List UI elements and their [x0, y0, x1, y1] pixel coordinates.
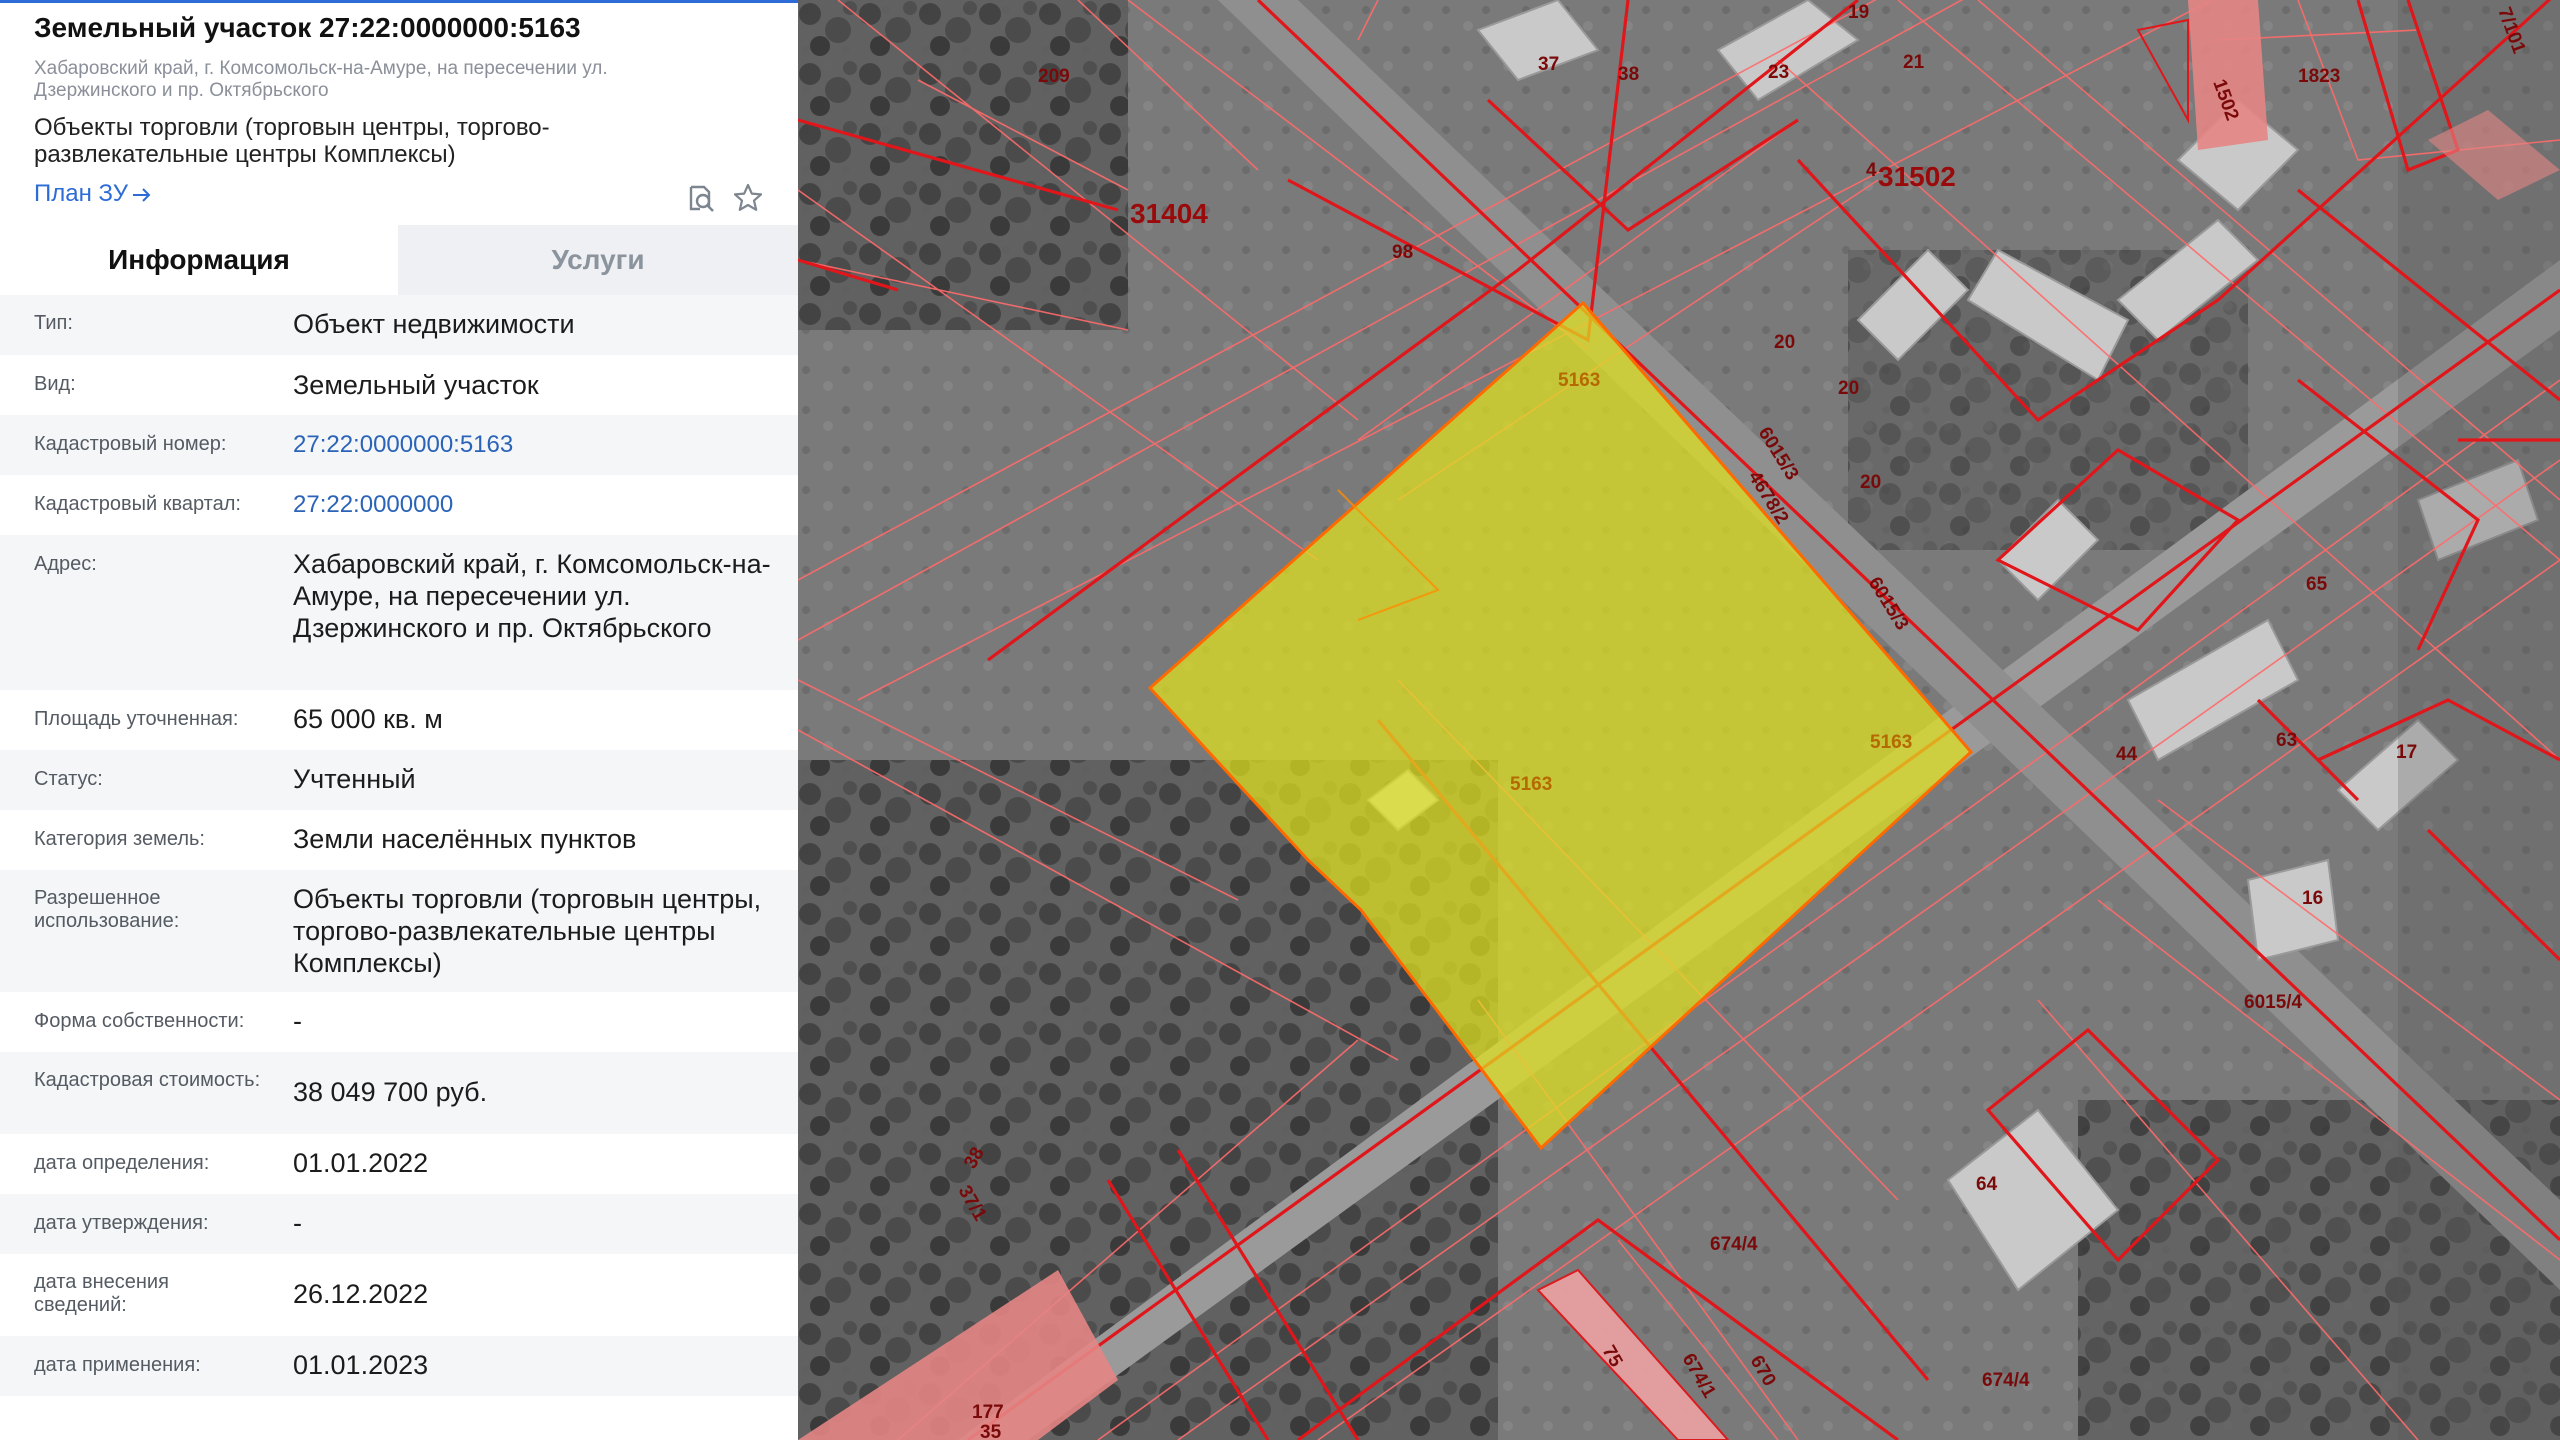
plan-link-label: План ЗУ [34, 180, 128, 207]
info-value: 38 049 700 руб. [293, 1077, 488, 1107]
info-row-entry-date: дата внесения сведений: 26.12.2022 [0, 1254, 798, 1336]
tab-services[interactable]: Услуги [398, 225, 798, 295]
map-label: 177 [972, 1402, 1004, 1423]
cadastral-quarter-link[interactable]: 27:22:0000000 [293, 489, 773, 521]
plan-link[interactable]: План ЗУ [34, 180, 152, 208]
info-label: Тип: [34, 312, 73, 334]
info-value: - [293, 1208, 302, 1238]
info-value: - [293, 1006, 302, 1036]
info-row-address: Адрес: Хабаровский край, г. Комсомольск-… [0, 535, 798, 690]
cadastral-number-link[interactable]: 27:22:0000000:5163 [293, 429, 773, 461]
info-value: Земельный участок [293, 370, 539, 400]
map-canvas[interactable]: 209 37 38 19 23 21 1502 1823 7/101 31502… [798, 0, 2560, 1440]
map-label-5163: 5163 [1870, 732, 1912, 753]
info-label: Кадастровый номер: [34, 433, 227, 455]
star-favorite-icon[interactable] [730, 180, 766, 216]
info-label: Форма собственности: [34, 1010, 245, 1032]
info-value: 65 000 кв. м [293, 704, 443, 734]
info-panel: Земельный участок 27:22:0000000:5163 Хаб… [0, 0, 798, 1440]
info-label: Разрешенное использование: [34, 887, 180, 932]
info-row-cadastral-quarter: Кадастровый квартал: 27:22:0000000 [0, 475, 798, 535]
map-label: 44 [2116, 744, 2138, 765]
map-label: 23 [1768, 62, 1789, 83]
map-label: 37 [1538, 54, 1559, 75]
tabs-bar: Информация Услуги [0, 225, 798, 295]
info-value: Хабаровский край, г. Комсомольск-на-Амур… [293, 549, 771, 643]
map-label: 35 [980, 1422, 1002, 1440]
arrow-right-icon [133, 187, 151, 202]
info-row-kind: Вид: Земельный участок [0, 355, 798, 415]
zoom-to-object-icon[interactable] [682, 180, 718, 216]
info-row-cadastral-value: Кадастровая стоимость: 38 049 700 руб. [0, 1052, 798, 1134]
map-label: 31404 [1130, 198, 1208, 229]
info-row-application-date: дата применения: 01.01.2023 [0, 1336, 798, 1396]
info-value: Объекты торговли (торговын центры, торго… [293, 884, 762, 978]
map-label: 21 [1903, 52, 1925, 73]
parcel-title: Земельный участок 27:22:0000000:5163 [34, 12, 581, 43]
info-label: Вид: [34, 373, 76, 395]
map-label: 98 [1392, 242, 1413, 263]
map-label: 209 [1038, 66, 1070, 87]
info-row-land-category: Категория земель: Земли населённых пункт… [0, 810, 798, 870]
info-label: Кадастровый квартал: [34, 493, 241, 515]
info-label: дата определения: [34, 1152, 210, 1174]
info-row-determination-date: дата определения: 01.01.2022 [0, 1134, 798, 1194]
info-value: Земли населённых пунктов [293, 824, 637, 854]
info-row-area: Площадь уточненная: 65 000 кв. м [0, 690, 798, 750]
info-value: 01.01.2023 [293, 1350, 429, 1380]
map-label: 674/4 [1710, 1234, 1758, 1255]
map-label: 65 [2306, 574, 2328, 595]
map-label-5163: 5163 [1510, 774, 1552, 795]
map-label: 19 [1848, 2, 1869, 23]
map-label: 1823 [2298, 66, 2340, 87]
map-label: 674/4 [1982, 1370, 2030, 1391]
map-label: 31502 [1878, 161, 1956, 192]
info-label: Кадастровая стоимость: [34, 1069, 261, 1091]
info-value: Объект недвижимости [293, 309, 575, 339]
info-label: Адрес: [34, 553, 97, 575]
info-row-permitted-use: Разрешенное использование: Объекты торго… [0, 870, 798, 992]
tab-information[interactable]: Информация [0, 225, 398, 295]
info-label: Статус: [34, 768, 103, 790]
map-label: 16 [2302, 888, 2323, 909]
info-row-approval-date: дата утверждения: - [0, 1194, 798, 1254]
info-value: Учтенный [293, 764, 416, 794]
map-label: 20 [1860, 472, 1881, 493]
parcel-address-summary: Хабаровский край, г. Комсомольск-на-Амур… [34, 58, 608, 101]
info-label: Категория земель: [34, 828, 205, 850]
map-label: 63 [2276, 730, 2297, 751]
info-value: 26.12.2022 [293, 1279, 429, 1309]
info-row-type: Тип: Объект недвижимости [0, 295, 798, 355]
info-label: Площадь уточненная: [34, 708, 239, 730]
map-label: 4 [1866, 160, 1877, 181]
cadastral-map[interactable]: 209 37 38 19 23 21 1502 1823 7/101 31502… [798, 0, 2560, 1440]
info-row-status: Статус: Учтенный [0, 750, 798, 810]
map-label-5163: 5163 [1558, 370, 1600, 391]
info-value: 01.01.2022 [293, 1148, 429, 1178]
info-label: дата применения: [34, 1354, 201, 1376]
info-label: дата внесения сведений: [34, 1271, 169, 1316]
map-label: 6015/4 [2244, 992, 2303, 1013]
map-label: 64 [1976, 1174, 1998, 1195]
map-label: 38 [1618, 64, 1639, 85]
map-label: 20 [1774, 332, 1795, 353]
info-label: дата утверждения: [34, 1212, 209, 1234]
map-label: 20 [1838, 378, 1859, 399]
info-row-cadastral-number: Кадастровый номер: 27:22:0000000:5163 [0, 415, 798, 475]
panel-top-accent [0, 0, 798, 3]
parcel-purpose-summary: Объекты торговли (торговын центры, торго… [34, 114, 550, 168]
info-row-ownership: Форма собственности: - [0, 992, 798, 1052]
map-label: 17 [2396, 742, 2417, 763]
